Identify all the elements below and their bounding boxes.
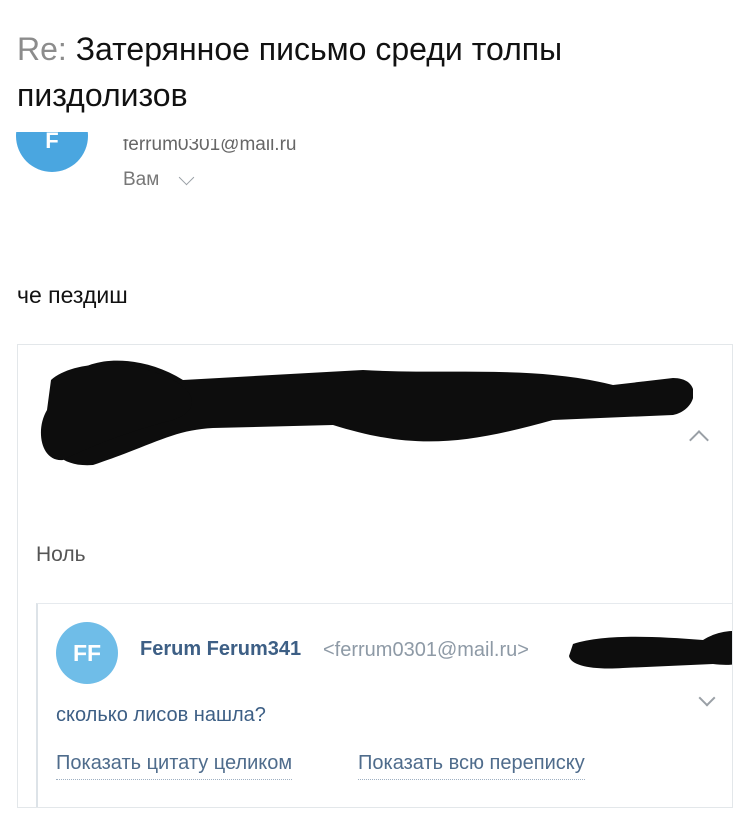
sender-email[interactable]: ferrum0301@mail.ru: [123, 139, 296, 156]
sender-avatar-glyph: F: [45, 128, 59, 153]
quote-author-display-name: Ferum Ferum341: [140, 638, 302, 660]
quote-author-email: <ferrum0301@mail.ru>: [323, 639, 529, 661]
redaction-scribble-header: [569, 631, 732, 669]
show-full-quote-link[interactable]: Показать цитату целиком: [56, 752, 293, 780]
show-full-thread-link[interactable]: Показать всю переписку: [358, 752, 585, 780]
recipient-label: Вам: [123, 169, 160, 190]
quoted-message-card: Ноль FF Ferum Ferum341 <ferrum0301@mail.…: [17, 344, 733, 808]
inner-quoted-message: FF Ferum Ferum341 <ferrum0301@mail.ru> с…: [36, 603, 732, 807]
message-body: че пездиш: [17, 282, 128, 308]
chevron-down-icon[interactable]: [179, 169, 195, 185]
redaction-scribble-top: [40, 360, 693, 466]
quote-author-name: Ноль: [36, 543, 86, 566]
quote-author-avatar[interactable]: FF: [56, 622, 118, 684]
recipient-row[interactable]: Вам: [123, 168, 195, 192]
quoted-message-text: сколько лисов нашла?: [56, 704, 266, 726]
reply-prefix: Re:: [17, 31, 67, 67]
subject-text: Затерянное письмо среди толпы пиздолизов: [17, 31, 563, 113]
chevron-down-icon[interactable]: [698, 689, 716, 707]
message-subject: Re: Затерянное письмо среди толпы пиздол…: [17, 26, 717, 118]
